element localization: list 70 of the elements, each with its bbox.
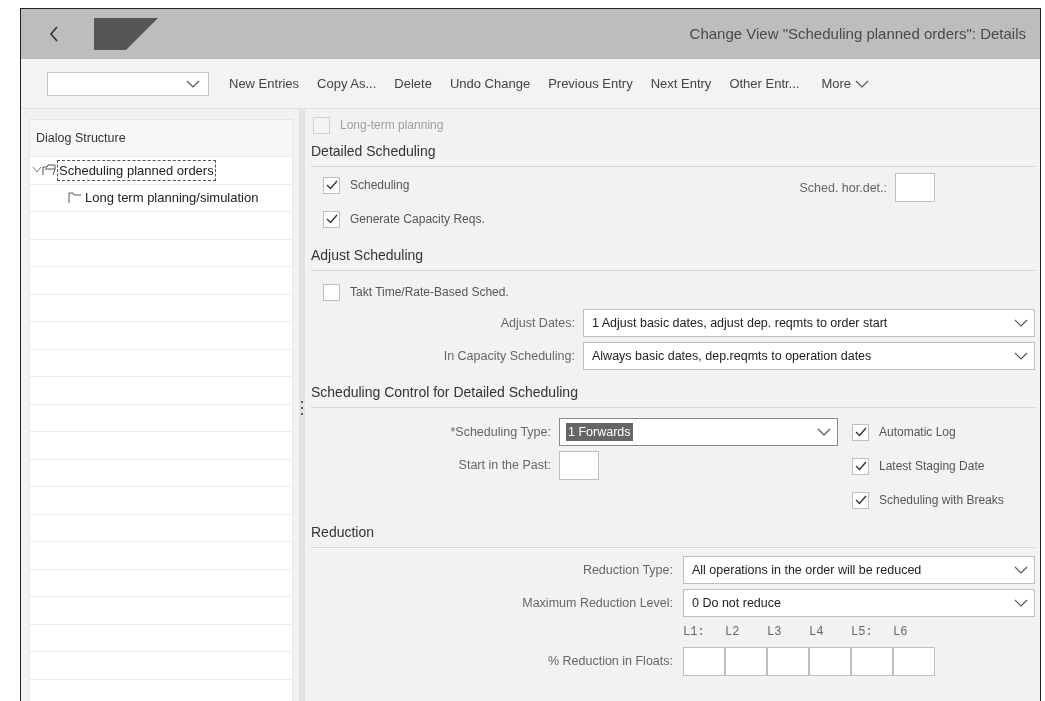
dropdown-field[interactable]: 1 Forwards xyxy=(559,418,838,446)
section-title: Reduction xyxy=(311,524,375,540)
chevron-down-icon xyxy=(1014,319,1028,327)
input-field[interactable] xyxy=(559,451,599,480)
level-label: L1: xyxy=(683,624,706,641)
level-label: L2 xyxy=(725,624,741,641)
section-title: Scheduling Control for Detailed Scheduling xyxy=(311,384,578,400)
level-label: L5: xyxy=(851,624,874,641)
checkbox[interactable] xyxy=(323,210,340,228)
section-title: Detailed Scheduling xyxy=(311,143,436,159)
checkbox-label: Latest Staging Date xyxy=(879,458,985,475)
splitter-handle-icon[interactable] xyxy=(301,401,303,415)
field-label: Reduction Type: xyxy=(581,561,673,579)
toolbar-button[interactable]: Delete xyxy=(394,73,432,94)
toolbar-button[interactable]: Copy As... xyxy=(317,73,377,94)
window-title: Change View "Scheduling planned orders": Details xyxy=(689,23,1026,44)
checkbox-label: Scheduling with Breaks xyxy=(879,492,1004,509)
toolbar-button[interactable]: Other Entr... xyxy=(729,73,800,94)
checkbox[interactable] xyxy=(852,423,869,441)
field-label: In Capacity Scheduling: xyxy=(442,347,575,365)
level-label: L6 xyxy=(893,624,909,641)
dropdown-field[interactable]: Always basic dates, dep.reqmts to operation dates xyxy=(583,342,1035,370)
dropdown-field[interactable] xyxy=(47,71,209,96)
input-field[interactable] xyxy=(851,647,893,676)
toolbar-button[interactable]: Undo Change xyxy=(449,73,531,94)
logo-icon xyxy=(94,18,158,50)
dropdown-field[interactable]: 1 Adjust basic dates, adjust dep. reqmts to order start xyxy=(583,309,1035,337)
checkbox-label: Scheduling xyxy=(350,177,410,194)
section-title: Adjust Scheduling xyxy=(311,247,424,263)
input-field[interactable] xyxy=(767,647,809,676)
tree-item[interactable]: Scheduling planned orders xyxy=(57,159,216,181)
field-label: Maximum Reduction Level: xyxy=(521,594,673,612)
chevron-down-icon xyxy=(1014,566,1028,574)
chevron-down-icon[interactable] xyxy=(32,166,42,175)
field-label: Start in the Past: xyxy=(457,457,551,475)
chevron-down-icon xyxy=(1014,352,1028,360)
toolbar-button[interactable]: Next Entry xyxy=(650,73,712,94)
panel-title: Dialog Structure xyxy=(36,129,126,147)
chevron-down-icon xyxy=(855,79,870,88)
dropdown-field[interactable]: All operations in the order will be reduced xyxy=(683,556,1035,584)
checkbox-label: Automatic Log xyxy=(879,424,956,441)
checkbox[interactable] xyxy=(852,491,869,509)
toolbar-button[interactable]: New Entries xyxy=(229,73,300,94)
checkbox-label: Takt Time/Rate-Based Sched. xyxy=(350,284,509,301)
toolbar-button[interactable]: Previous Entry xyxy=(548,73,633,94)
chevron-down-icon xyxy=(1014,599,1028,607)
input-field[interactable] xyxy=(809,647,851,676)
more-button[interactable]: More xyxy=(821,73,870,94)
checkbox-label: Generate Capacity Reqs. xyxy=(350,211,485,228)
folder-open-icon xyxy=(42,164,56,177)
level-label: L4 xyxy=(809,624,825,641)
level-label: L3 xyxy=(767,624,783,641)
back-icon[interactable] xyxy=(49,26,59,42)
chevron-down-icon xyxy=(186,79,200,88)
input-field[interactable] xyxy=(893,647,935,676)
folder-icon xyxy=(68,191,82,204)
input-field[interactable] xyxy=(895,173,935,202)
field-label: Adjust Dates: xyxy=(499,314,575,332)
field-label: *Scheduling Type: xyxy=(449,423,551,441)
checkbox[interactable] xyxy=(323,176,340,194)
tree-item[interactable]: Long term planning/simulation xyxy=(83,187,261,209)
chevron-down-icon xyxy=(817,428,831,436)
checkbox[interactable] xyxy=(323,283,340,301)
dropdown-field[interactable]: 0 Do not reduce xyxy=(683,589,1035,617)
input-field[interactable] xyxy=(683,647,725,676)
checkbox[interactable] xyxy=(852,457,869,475)
input-field[interactable] xyxy=(725,647,767,676)
checkbox-label: Long-term planning xyxy=(340,117,444,134)
field-label: Sched. hor.det.: xyxy=(799,180,887,197)
field-label: % Reduction in Floats: xyxy=(546,653,673,671)
